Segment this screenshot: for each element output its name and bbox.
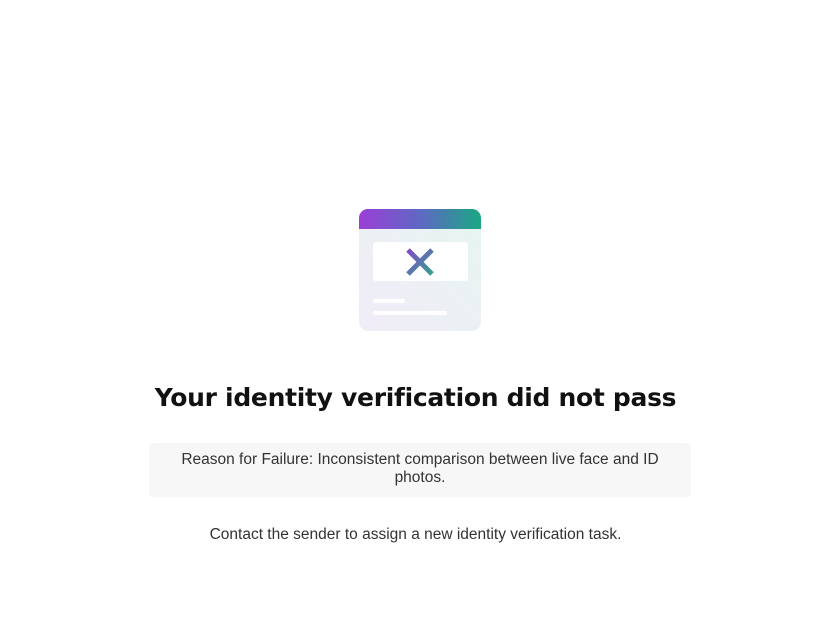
page-title: Your identity verification did not pass (154, 383, 677, 412)
failure-reason-box: Reason for Failure: Inconsistent compari… (149, 443, 691, 497)
contact-sender-hint: Contact the sender to assign a new ident… (209, 526, 622, 543)
failure-reason-label: Reason for Failure: (181, 451, 318, 468)
verification-failed-card-icon (359, 209, 481, 331)
failure-reason-text: Inconsistent comparison between live fac… (317, 451, 659, 486)
